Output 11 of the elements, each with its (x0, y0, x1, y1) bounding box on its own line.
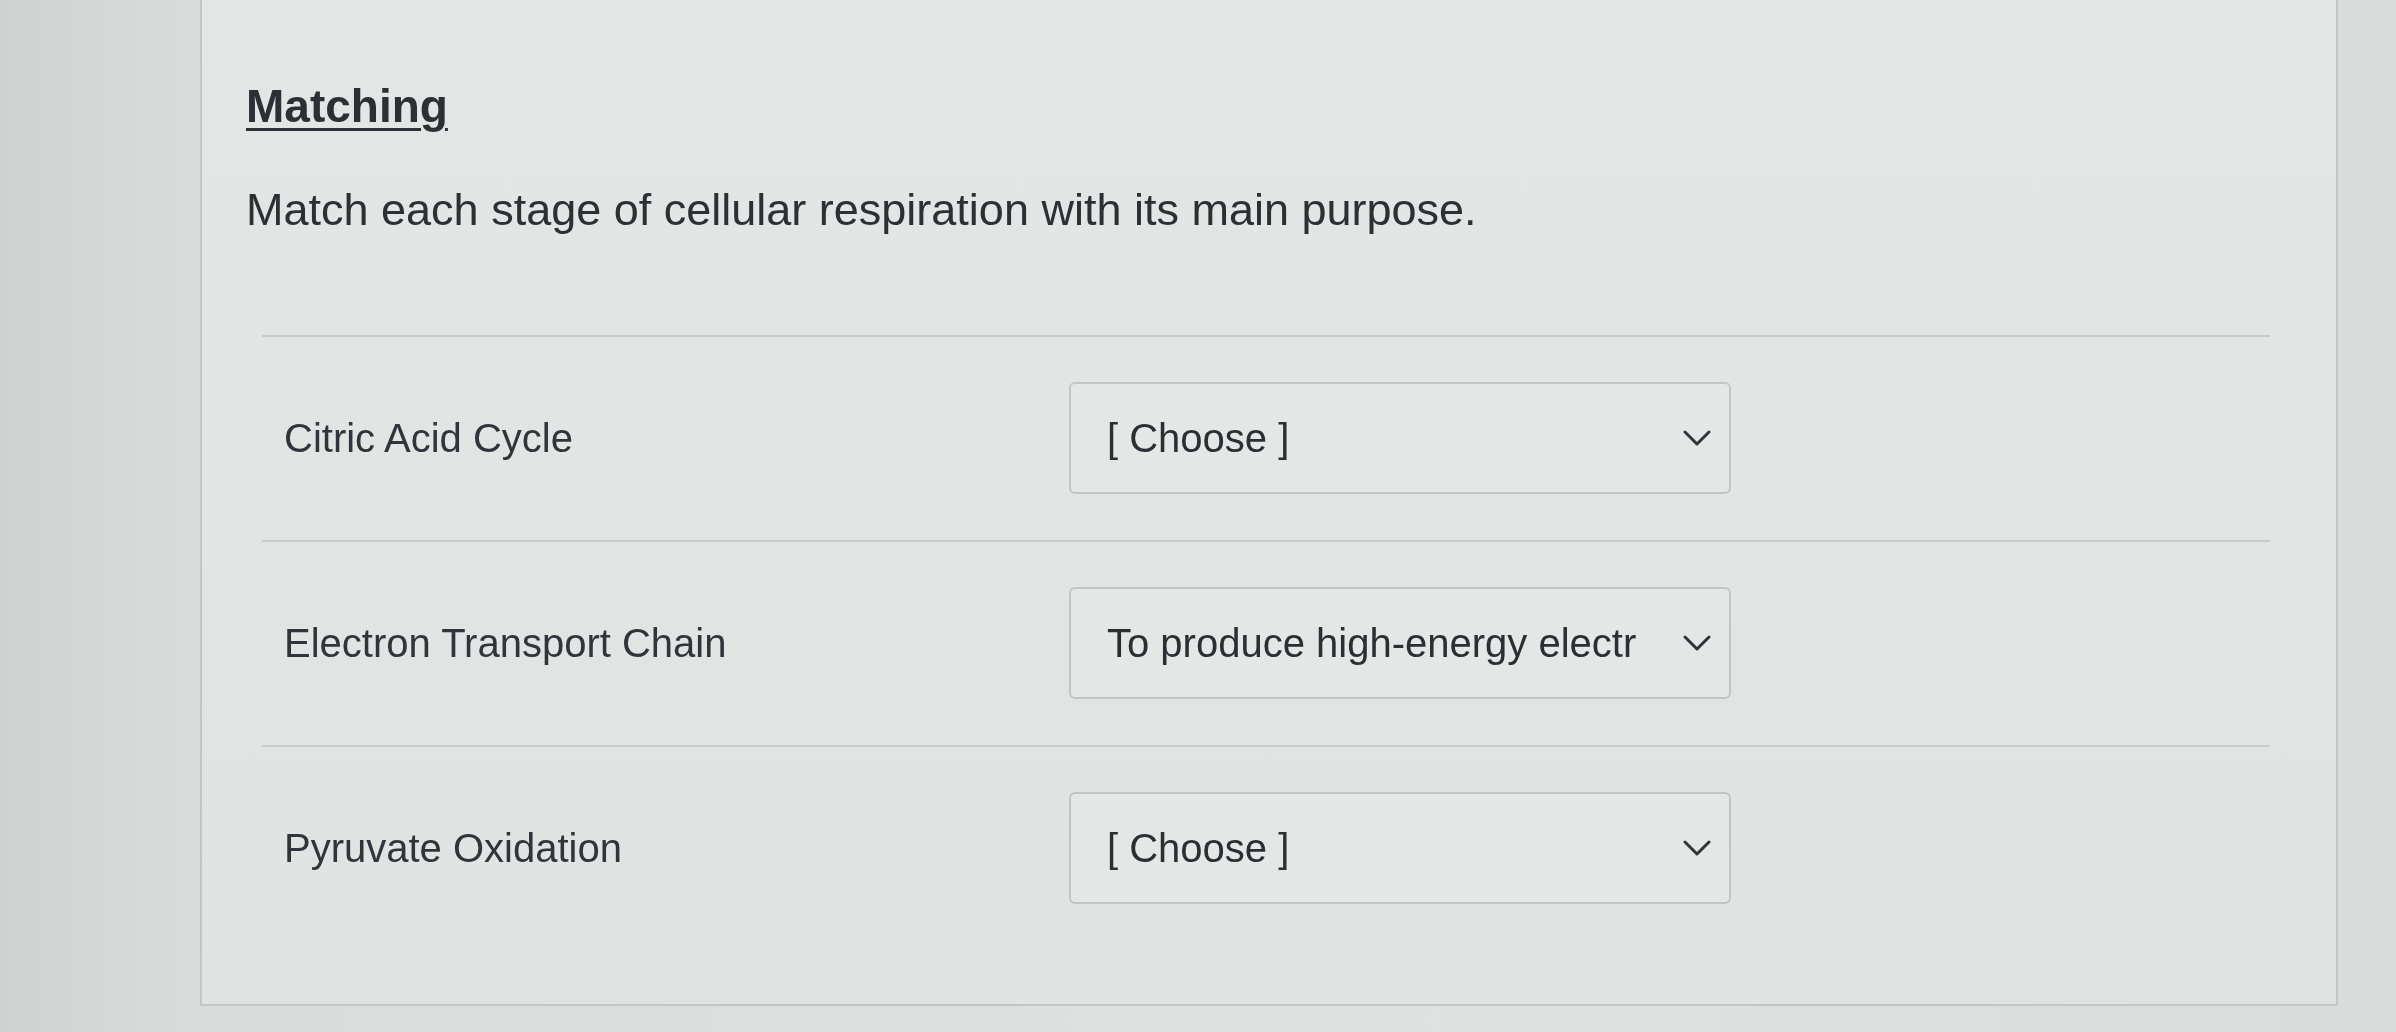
chevron-icon (1683, 840, 1711, 857)
question-prompt: Match each stage of cellular respiration with its main purpose. (246, 182, 1477, 237)
chevron-icon (1683, 430, 1711, 447)
term-label: Pyruvate Oxidation (284, 826, 622, 871)
term-label: Citric Acid Cycle (284, 416, 573, 461)
question-title: Matching (246, 80, 448, 133)
answer-dropdown[interactable]: [ Choose ] (1069, 792, 1731, 905)
chevron-icon (1683, 635, 1711, 652)
term-label: Electron Transport Chain (284, 621, 727, 666)
answer-dropdown[interactable]: [ Choose ] (1069, 382, 1731, 495)
answer-dropdown[interactable]: To produce high-energy electr (1069, 587, 1731, 700)
